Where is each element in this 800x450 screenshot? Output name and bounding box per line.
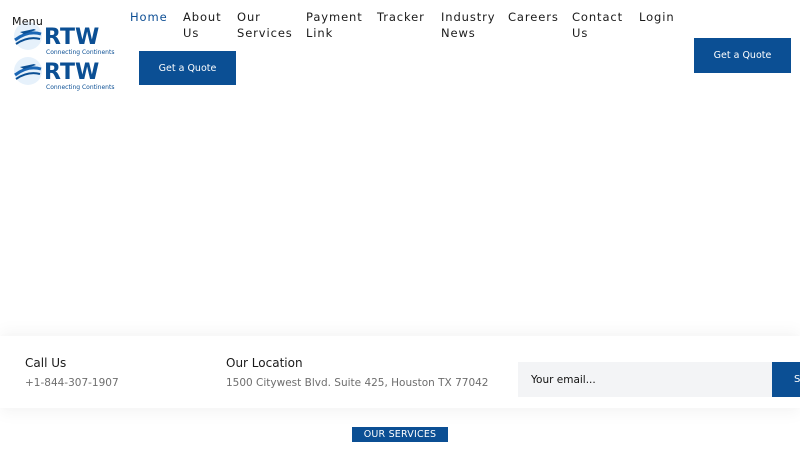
nav-payment-link[interactable]: Payment Link (306, 9, 363, 41)
location-title: Our Location (226, 356, 303, 370)
nav-contact-us[interactable]: Contact Us (572, 9, 623, 41)
nav-about-us[interactable]: About Us (183, 9, 222, 41)
nav-login[interactable]: Login (639, 9, 675, 25)
nav-tracker[interactable]: Tracker (377, 9, 425, 25)
email-input[interactable] (518, 362, 773, 397)
nav-industry-news[interactable]: Industry News (441, 9, 496, 41)
nav-home[interactable]: Home (130, 9, 168, 25)
phone-number[interactable]: +1-844-307-1907 (25, 377, 119, 389)
get-quote-button[interactable]: Get a Quote (139, 51, 236, 85)
nav-our-services[interactable]: Our Services (237, 9, 293, 41)
contact-bar: Call Us +1-844-307-1907 Our Location 150… (0, 336, 800, 408)
our-services-badge: OUR SERVICES (352, 427, 448, 442)
nav-careers[interactable]: Careers (508, 9, 559, 25)
logo-sticky[interactable]: RTW Connecting Continents (12, 55, 118, 91)
get-quote-button-secondary[interactable]: Get a Quote (694, 38, 791, 73)
logo-wordmark: RTW (44, 60, 99, 85)
logo-mark: RTW Connecting Continents (14, 57, 114, 91)
logo-wordmark: RTW (44, 25, 99, 50)
subscribe-button[interactable]: S (772, 362, 800, 397)
location-address: 1500 Citywest Blvd. Suite 425, Houston T… (226, 377, 489, 389)
menu-toggle[interactable]: Menu (12, 15, 43, 28)
logo-tagline: Connecting Continents (46, 84, 114, 91)
call-us-title: Call Us (25, 356, 67, 370)
